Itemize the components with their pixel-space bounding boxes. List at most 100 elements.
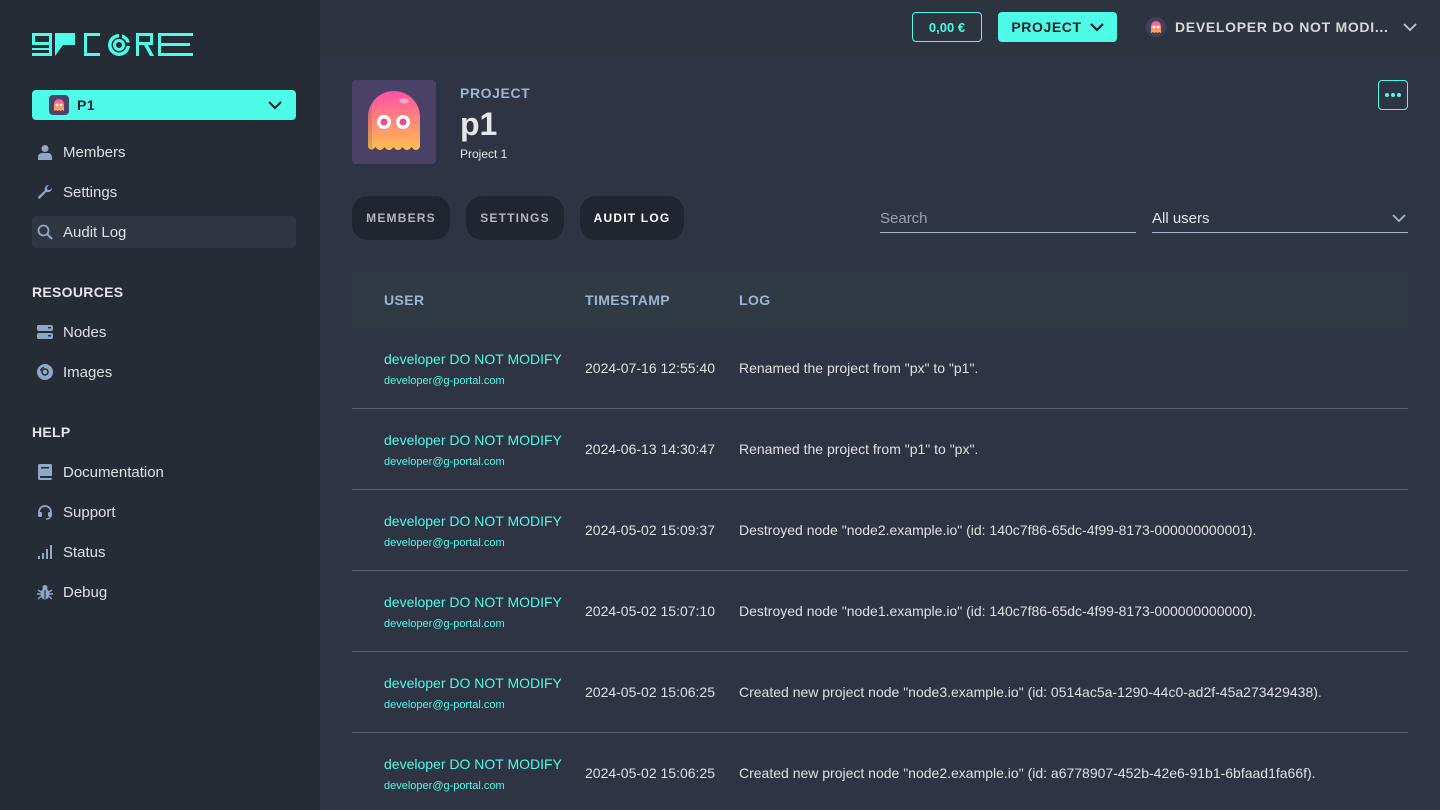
user-name-link[interactable]: developer DO NOT MODIFY: [384, 513, 585, 529]
wrench-icon: [36, 183, 54, 201]
cell-user: developer DO NOT MODIFY developer@g-porta…: [352, 349, 585, 387]
user-name-link[interactable]: developer DO NOT MODIFY: [384, 432, 585, 448]
cell-user: developer DO NOT MODIFY developer@g-porta…: [352, 754, 585, 792]
user-name: DEVELOPER DO NOT MODI...: [1175, 19, 1389, 35]
cell-timestamp: 2024-05-02 15:09:37: [585, 522, 715, 538]
table-row: developer DO NOT MODIFY developer@g-porta…: [352, 328, 1408, 409]
search-field: [880, 204, 1136, 233]
bug-icon: [36, 583, 54, 601]
disc-icon: [36, 363, 54, 381]
sidebar-item-label: Debug: [63, 583, 108, 601]
ghost-icon: [54, 99, 64, 111]
sidebar-item-images[interactable]: Images: [32, 356, 296, 388]
project-menu-label: PROJECT: [1011, 19, 1082, 35]
column-header-timestamp: TIMESTAMP: [585, 292, 671, 308]
project-kicker: PROJECT: [460, 85, 531, 101]
cell-user: developer DO NOT MODIFY developer@g-porta…: [352, 511, 585, 549]
section-title-help: HELP: [32, 424, 71, 440]
sidebar-item-label: Documentation: [63, 463, 164, 481]
user-email-link[interactable]: developer@g-portal.com: [384, 780, 585, 792]
ghost-icon: [368, 91, 420, 150]
user-filter-select[interactable]: All users: [1152, 204, 1408, 233]
user-name-link[interactable]: developer DO NOT MODIFY: [384, 756, 585, 772]
sidebar-item-label: Settings: [63, 183, 118, 201]
cell-timestamp: 2024-07-16 12:55:40: [585, 360, 715, 376]
project-description: Project 1: [460, 147, 508, 161]
user-name-link[interactable]: developer DO NOT MODIFY: [384, 675, 585, 691]
cell-log: Created new project node "node2.example.…: [739, 765, 1316, 781]
project-menu-button[interactable]: PROJECT: [998, 12, 1117, 42]
cell-log: Created new project node "node3.example.…: [739, 684, 1322, 700]
cell-timestamp: 2024-06-13 14:30:47: [585, 441, 715, 457]
sidebar-item-nodes[interactable]: Nodes: [32, 316, 296, 348]
sidebar-item-label: Nodes: [63, 323, 107, 341]
sidebar-item-support[interactable]: Support: [32, 496, 296, 528]
chevron-down-icon: [268, 100, 282, 109]
more-options-button[interactable]: [1378, 80, 1408, 110]
cell-log: Destroyed node "node2.example.io" (id: 1…: [739, 522, 1257, 538]
table-row: developer DO NOT MODIFY developer@g-porta…: [352, 490, 1408, 571]
cell-user: developer DO NOT MODIFY developer@g-porta…: [352, 430, 585, 468]
sidebar-item-label: Images: [63, 363, 113, 381]
sidebar-item-audit-log[interactable]: Audit Log: [32, 216, 296, 248]
search-icon: [36, 223, 54, 241]
core-logo-icon: [32, 33, 193, 56]
sidebar-item-label: Audit Log: [63, 223, 127, 241]
user-email-link[interactable]: developer@g-portal.com: [384, 699, 585, 711]
core-logo[interactable]: [32, 32, 194, 58]
sidebar-item-label: Members: [63, 143, 126, 161]
table-row: developer DO NOT MODIFY developer@g-porta…: [352, 571, 1408, 652]
audit-log-table: USER TIMESTAMP LOG developer DO NOT MODI…: [352, 272, 1408, 810]
project-selector-label: P1: [77, 97, 96, 113]
sidebar: P1 Members Settings Audit Log RESOURCES …: [0, 0, 320, 810]
more-dot: [1391, 93, 1395, 97]
table-row: developer DO NOT MODIFY developer@g-porta…: [352, 652, 1408, 733]
cell-log: Renamed the project from "p1" to "px".: [739, 441, 979, 457]
sidebar-item-debug[interactable]: Debug: [32, 576, 296, 608]
tab-members[interactable]: MEMBERS: [352, 196, 450, 240]
more-dot: [1397, 93, 1401, 97]
user-name-link[interactable]: developer DO NOT MODIFY: [384, 594, 585, 610]
table-header: USER TIMESTAMP LOG: [352, 272, 1408, 328]
cell-timestamp: 2024-05-02 15:06:25: [585, 765, 715, 781]
user-menu[interactable]: DEVELOPER DO NOT MODI...: [1146, 12, 1417, 42]
cell-timestamp: 2024-05-02 15:07:10: [585, 603, 715, 619]
more-dot: [1385, 93, 1389, 97]
user-filter-value: All users: [1152, 209, 1210, 227]
project-name: p1: [460, 106, 498, 142]
user-avatar: [1146, 17, 1166, 37]
chevron-down-icon: [1392, 213, 1406, 222]
sidebar-item-members[interactable]: Members: [32, 136, 296, 168]
user-email-link[interactable]: developer@g-portal.com: [384, 456, 585, 468]
sidebar-item-label: Status: [63, 543, 106, 561]
signal-icon: [36, 543, 54, 561]
project-selector[interactable]: P1: [32, 90, 296, 120]
chevron-down-icon: [1402, 22, 1417, 31]
headset-icon: [36, 503, 54, 521]
column-header-log: LOG: [739, 292, 771, 308]
sidebar-item-label: Support: [63, 503, 116, 521]
project-avatar: [352, 80, 436, 164]
user-name-link[interactable]: developer DO NOT MODIFY: [384, 351, 585, 367]
user-icon: [36, 143, 54, 161]
server-icon: [36, 323, 54, 341]
cell-log: Renamed the project from "px" to "p1".: [739, 360, 979, 376]
ghost-icon: [1151, 21, 1161, 33]
table-body: developer DO NOT MODIFY developer@g-porta…: [352, 328, 1408, 810]
search-input[interactable]: [880, 204, 1136, 232]
balance-button[interactable]: 0,00 €: [912, 12, 982, 42]
tab-audit-log[interactable]: AUDIT LOG: [580, 196, 684, 240]
tab-settings[interactable]: SETTINGS: [466, 196, 564, 240]
sidebar-item-documentation[interactable]: Documentation: [32, 456, 296, 488]
section-title-resources: RESOURCES: [32, 284, 124, 300]
cell-user: developer DO NOT MODIFY developer@g-porta…: [352, 592, 585, 630]
sidebar-item-settings[interactable]: Settings: [32, 176, 296, 208]
book-icon: [36, 463, 54, 481]
table-row: developer DO NOT MODIFY developer@g-porta…: [352, 409, 1408, 490]
user-email-link[interactable]: developer@g-portal.com: [384, 375, 585, 387]
cell-user: developer DO NOT MODIFY developer@g-porta…: [352, 673, 585, 711]
sidebar-item-status[interactable]: Status: [32, 536, 296, 568]
user-email-link[interactable]: developer@g-portal.com: [384, 618, 585, 630]
user-email-link[interactable]: developer@g-portal.com: [384, 537, 585, 549]
top-bar: 0,00 € PROJECT DEVELOPER DO NOT MODI...: [320, 0, 1440, 54]
